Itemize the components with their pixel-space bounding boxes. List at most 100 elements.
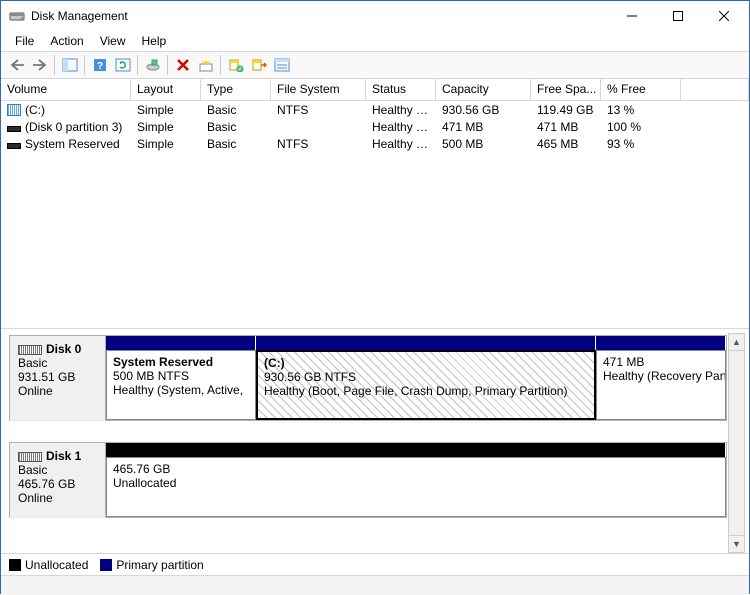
separator xyxy=(54,55,55,75)
disk-partitions: System Reserved500 MB NTFSHealthy (Syste… xyxy=(106,335,727,421)
disk-partitions: 465.76 GBUnallocated xyxy=(106,442,727,518)
volume-capacity: 471 MB xyxy=(436,120,531,134)
legend: Unallocated Primary partition xyxy=(1,553,749,575)
disk-graphical-view: Disk 0Basic931.51 GBOnlineSystem Reserve… xyxy=(1,329,749,553)
partition[interactable]: 465.76 GBUnallocated xyxy=(106,457,726,517)
volume-status: Healthy (B... xyxy=(366,103,436,117)
forward-button[interactable] xyxy=(28,54,51,76)
disk-size: 465.76 GB xyxy=(18,477,97,491)
statusbar xyxy=(1,575,749,595)
separator xyxy=(84,55,85,75)
properties-button[interactable] xyxy=(270,54,293,76)
menu-file[interactable]: File xyxy=(7,32,42,50)
format-button[interactable] xyxy=(194,54,217,76)
vertical-scrollbar[interactable]: ▲ ▼ xyxy=(728,333,745,553)
disk-name: Disk 0 xyxy=(46,342,81,356)
volume-layout: Simple xyxy=(131,120,201,134)
window-controls xyxy=(609,1,747,31)
separator xyxy=(167,55,168,75)
menu-help[interactable]: Help xyxy=(134,32,175,50)
volume-layout: Simple xyxy=(131,103,201,117)
partition-title: System Reserved xyxy=(113,355,249,369)
partition-status: Healthy (Boot, Page File, Crash Dump, Pr… xyxy=(264,384,588,398)
volume-name: (Disk 0 partition 3) xyxy=(25,120,122,134)
menubar: File Action View Help xyxy=(1,31,749,51)
partition-size: 500 MB NTFS xyxy=(113,369,249,383)
col-capacity[interactable]: Capacity xyxy=(436,79,531,100)
refresh-button[interactable] xyxy=(111,54,134,76)
volume-icon xyxy=(7,143,21,149)
volume-icon xyxy=(7,126,21,132)
swatch-navy-icon xyxy=(100,559,112,571)
volume-row[interactable]: (C:) SimpleBasicNTFSHealthy (B...930.56 G… xyxy=(1,101,749,118)
partition-title: (C:) xyxy=(264,356,588,370)
disk-icon xyxy=(18,452,42,462)
volume-free: 465 MB xyxy=(531,137,601,151)
disk-type: Basic xyxy=(18,463,97,477)
menu-action[interactable]: Action xyxy=(42,32,91,50)
detach-vhd-button[interactable] xyxy=(247,54,270,76)
close-button[interactable] xyxy=(701,1,747,31)
col-status[interactable]: Status xyxy=(366,79,436,100)
show-hide-console-tree-button[interactable] xyxy=(58,54,81,76)
minimize-button[interactable] xyxy=(609,1,655,31)
col-layout[interactable]: Layout xyxy=(131,79,201,100)
col-type[interactable]: Type xyxy=(201,79,271,100)
svg-text:✓: ✓ xyxy=(237,67,242,72)
disk-row: Disk 1Basic465.76 GBOnline465.76 GBUnall… xyxy=(9,442,727,518)
volume-type: Basic xyxy=(201,103,271,117)
help-button[interactable]: ? xyxy=(88,54,111,76)
volume-list[interactable]: Volume Layout Type File System Status Ca… xyxy=(1,79,749,329)
legend-primary: Primary partition xyxy=(100,558,203,572)
partition[interactable]: (C:)930.56 GB NTFSHealthy (Boot, Page Fi… xyxy=(256,350,596,420)
col-filesystem[interactable]: File System xyxy=(271,79,366,100)
separator xyxy=(137,55,138,75)
volume-free: 471 MB xyxy=(531,120,601,134)
back-button[interactable] xyxy=(5,54,28,76)
attach-vhd-button[interactable]: ✓ xyxy=(224,54,247,76)
volume-status: Healthy (S... xyxy=(366,137,436,151)
volume-fs: NTFS xyxy=(271,103,366,117)
volume-capacity: 930.56 GB xyxy=(436,103,531,117)
volume-row[interactable]: System ReservedSimpleBasicNTFSHealthy (S… xyxy=(1,135,749,152)
delete-button[interactable] xyxy=(171,54,194,76)
partition-status: Healthy (Recovery Partitio xyxy=(603,369,719,383)
swatch-black-icon xyxy=(9,559,21,571)
window-title: Disk Management xyxy=(31,9,609,23)
disk-label[interactable]: Disk 1Basic465.76 GBOnline xyxy=(9,442,106,518)
titlebar: Disk Management xyxy=(1,1,749,31)
partition-size: 471 MB xyxy=(603,355,719,369)
disk-label[interactable]: Disk 0Basic931.51 GBOnline xyxy=(9,335,106,421)
volume-name: (C:) xyxy=(25,103,45,117)
scroll-up-button[interactable]: ▲ xyxy=(729,334,744,351)
partition[interactable]: System Reserved500 MB NTFSHealthy (Syste… xyxy=(106,350,256,420)
disk-name: Disk 1 xyxy=(46,449,81,463)
volume-pctfree: 13 % xyxy=(601,103,681,117)
partition-size: 930.56 GB NTFS xyxy=(264,370,588,384)
col-tail xyxy=(681,79,749,100)
scroll-down-button[interactable]: ▼ xyxy=(729,535,744,552)
volume-capacity: 500 MB xyxy=(436,137,531,151)
disk-size: 931.51 GB xyxy=(18,370,97,384)
separator xyxy=(220,55,221,75)
rescan-disks-button[interactable] xyxy=(141,54,164,76)
volume-list-header: Volume Layout Type File System Status Ca… xyxy=(1,79,749,101)
menu-view[interactable]: View xyxy=(92,32,134,50)
volume-pctfree: 100 % xyxy=(601,120,681,134)
volume-pctfree: 93 % xyxy=(601,137,681,151)
volume-type: Basic xyxy=(201,120,271,134)
disk-icon xyxy=(18,345,42,355)
volume-layout: Simple xyxy=(131,137,201,151)
col-freespace[interactable]: Free Spa... xyxy=(531,79,601,100)
col-pctfree[interactable]: % Free xyxy=(601,79,681,100)
volume-row[interactable]: (Disk 0 partition 3)SimpleBasicHealthy (… xyxy=(1,118,749,135)
app-icon xyxy=(9,8,25,24)
disk-state: Online xyxy=(18,491,97,505)
partition[interactable]: 471 MBHealthy (Recovery Partitio xyxy=(596,350,726,420)
disk-state: Online xyxy=(18,384,97,398)
col-volume[interactable]: Volume xyxy=(1,79,131,100)
partition-status: Unallocated xyxy=(113,476,719,490)
svg-text:?: ? xyxy=(96,61,102,72)
volume-type: Basic xyxy=(201,137,271,151)
maximize-button[interactable] xyxy=(655,1,701,31)
